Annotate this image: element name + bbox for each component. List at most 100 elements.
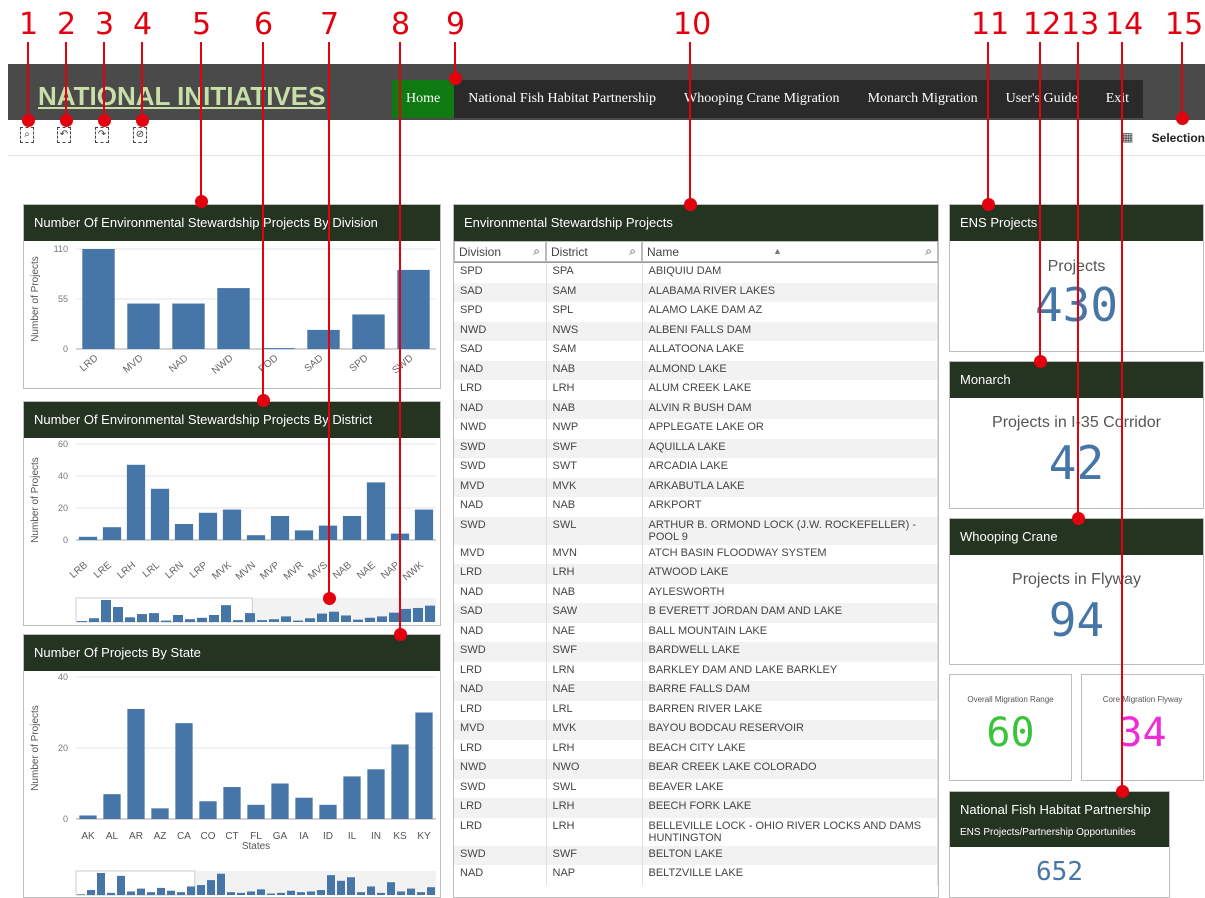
table-row[interactable]: SAD SAM ALLATOONA LAKE <box>454 341 938 361</box>
table-row[interactable]: MVD MVN ATCH BASIN FLOODWAY SYSTEM <box>454 544 938 564</box>
bar[interactable] <box>391 744 409 819</box>
cell-district[interactable]: SWT <box>546 458 643 478</box>
cell-district[interactable]: SWL <box>546 516 643 545</box>
table-row[interactable]: SPD SPL ALAMO LAKE DAM AZ <box>454 302 938 322</box>
cell-district[interactable]: NAE <box>546 622 643 642</box>
col-district[interactable]: District ⌕ <box>546 241 642 262</box>
bar[interactable] <box>82 249 115 349</box>
bar[interactable] <box>352 314 385 349</box>
cell-division[interactable]: LRD <box>454 661 547 681</box>
bar[interactable] <box>366 482 386 540</box>
bar[interactable] <box>127 708 145 819</box>
bar[interactable] <box>217 288 250 349</box>
cell-district[interactable]: NAB <box>546 360 643 380</box>
bar[interactable] <box>247 804 265 819</box>
cell-division[interactable]: SWD <box>454 845 547 865</box>
cell-district[interactable]: SPL <box>546 302 643 322</box>
bar[interactable] <box>174 524 194 540</box>
cell-division[interactable]: NWD <box>454 759 547 779</box>
cell-name[interactable]: BAYOU BODCAU RESERVOIR <box>642 720 938 740</box>
nav-monarch[interactable]: Monarch Migration <box>854 80 992 118</box>
cell-name[interactable]: ALVIN R BUSH DAM <box>642 399 938 419</box>
cell-name[interactable]: ALUM CREEK LAKE <box>642 380 938 400</box>
table-row[interactable]: SAD SAW B EVERETT JORDAN DAM AND LAKE <box>454 603 938 623</box>
cell-division[interactable]: SWD <box>454 438 547 458</box>
cell-name[interactable]: BALL MOUNTAIN LAKE <box>642 622 938 642</box>
cell-district[interactable]: NAP <box>546 865 643 885</box>
kpi-crane-panel[interactable]: Whooping Crane Projects in Flyway 94 <box>949 518 1204 665</box>
cell-district[interactable]: LRH <box>546 564 643 584</box>
cell-division[interactable]: SWD <box>454 778 547 798</box>
cell-name[interactable]: BARRE FALLS DAM <box>642 681 938 701</box>
bar[interactable] <box>103 794 121 819</box>
cell-name[interactable]: BEAVER LAKE <box>642 778 938 798</box>
cell-name[interactable]: ARKABUTLA LAKE <box>642 477 938 497</box>
cell-name[interactable]: APPLEGATE LAKE OR <box>642 419 938 439</box>
cell-division[interactable]: MVD <box>454 477 547 497</box>
cell-district[interactable]: SWF <box>546 438 643 458</box>
cell-name[interactable]: ALBENI FALLS DAM <box>642 321 938 341</box>
table-row[interactable]: NAD NAB ARKPORT <box>454 497 938 517</box>
app-title[interactable]: NATIONAL INITIATIVES <box>38 81 325 112</box>
bar[interactable] <box>79 815 97 819</box>
cell-name[interactable]: ABIQUIU DAM <box>642 263 938 283</box>
cell-division[interactable]: SPD <box>454 302 547 322</box>
bar[interactable] <box>295 797 313 819</box>
table-row[interactable]: LRD LRH ALUM CREEK LAKE <box>454 380 938 400</box>
cell-name[interactable]: B EVERETT JORDAN DAM AND LAKE <box>642 603 938 623</box>
bar[interactable] <box>367 769 385 819</box>
bar[interactable] <box>126 464 146 540</box>
kpi-core-panel[interactable]: Core Migration Flyway 34 <box>1081 674 1204 781</box>
bar[interactable] <box>307 329 340 349</box>
bar[interactable] <box>270 516 290 540</box>
sort-arrow-icon[interactable]: ▲ <box>773 246 782 256</box>
cell-name[interactable]: AYLESWORTH <box>642 583 938 603</box>
bar[interactable] <box>198 512 218 540</box>
cell-division[interactable]: NAD <box>454 583 547 603</box>
cell-division[interactable]: NWD <box>454 321 547 341</box>
table-row[interactable]: SWD SWF BELTON LAKE <box>454 845 938 865</box>
table-row[interactable]: SWD SWF AQUILLA LAKE <box>454 438 938 458</box>
table-row[interactable]: NAD NAB ALMOND LAKE <box>454 360 938 380</box>
table-row[interactable]: LRD LRH BEECH FORK LAKE <box>454 798 938 818</box>
cell-name[interactable]: BEAR CREEK LAKE COLORADO <box>642 759 938 779</box>
cell-division[interactable]: LRD <box>454 739 547 759</box>
bar[interactable] <box>415 712 433 820</box>
nav-fish-habitat[interactable]: National Fish Habitat Partnership <box>454 80 670 118</box>
bar[interactable] <box>246 535 266 540</box>
cell-district[interactable]: SWF <box>546 642 643 662</box>
bar[interactable] <box>102 527 122 540</box>
cell-name[interactable]: BEECH FORK LAKE <box>642 798 938 818</box>
cell-division[interactable]: NAD <box>454 681 547 701</box>
bar[interactable] <box>343 776 361 819</box>
cell-division[interactable]: MVD <box>454 720 547 740</box>
cell-division[interactable]: MVD <box>454 544 547 564</box>
table-row[interactable]: NAD NAB ALVIN R BUSH DAM <box>454 399 938 419</box>
cell-division[interactable]: SAD <box>454 341 547 361</box>
bar[interactable] <box>271 783 289 820</box>
table-row[interactable]: SWD SWT ARCADIA LAKE <box>454 458 938 478</box>
cell-name[interactable]: BELTON LAKE <box>642 845 938 865</box>
smart-search-icon[interactable]: ⌕ <box>20 127 34 143</box>
cell-name[interactable]: AQUILLA LAKE <box>642 438 938 458</box>
col-division[interactable]: Division ⌕ <box>454 241 546 262</box>
cell-district[interactable]: NWP <box>546 419 643 439</box>
cell-division[interactable]: NAD <box>454 497 547 517</box>
search-icon[interactable]: ⌕ <box>629 244 636 259</box>
table-row[interactable]: SWD SWL BEAVER LAKE <box>454 778 938 798</box>
search-icon[interactable]: ⌕ <box>925 244 932 259</box>
selections-label[interactable]: Selection <box>1152 131 1205 145</box>
selections-grid-icon[interactable]: ▦ <box>1122 130 1133 144</box>
cell-district[interactable]: SAW <box>546 603 643 623</box>
cell-division[interactable]: NAD <box>454 360 547 380</box>
cell-name[interactable]: ALAMO LAKE DAM AZ <box>642 302 938 322</box>
table-row[interactable]: NAD NAE BARRE FALLS DAM <box>454 681 938 701</box>
search-icon[interactable]: ⌕ <box>533 244 540 259</box>
kpi-range-panel[interactable]: Overall Migration Range 60 <box>949 674 1072 781</box>
table-row[interactable]: NWD NWO BEAR CREEK LAKE COLORADO <box>454 759 938 779</box>
cell-division[interactable]: SWD <box>454 516 547 545</box>
cell-division[interactable]: SAD <box>454 603 547 623</box>
cell-district[interactable]: LRH <box>546 798 643 818</box>
cell-district[interactable]: LRH <box>546 739 643 759</box>
bar[interactable] <box>78 536 98 540</box>
